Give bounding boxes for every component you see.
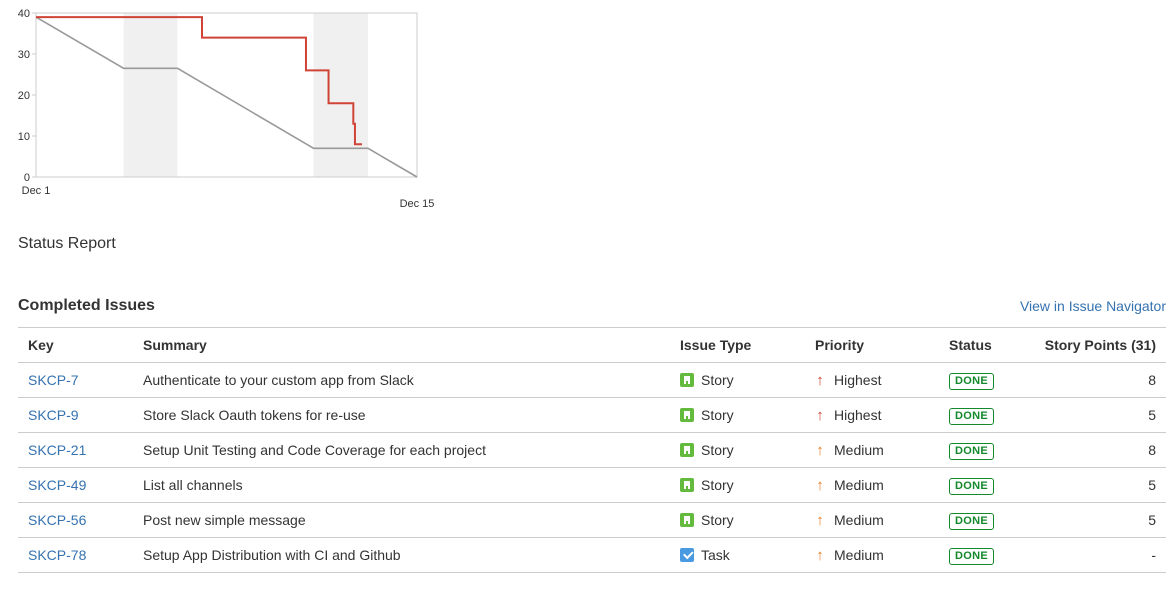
issue-key-link[interactable]: SKCP-78	[28, 547, 86, 563]
status-cell: DONE	[939, 467, 1034, 503]
issue-summary: List all channels	[133, 467, 670, 503]
priority-label: Highest	[834, 371, 882, 388]
status-cell: DONE	[939, 432, 1034, 468]
issue-type-label: Task	[701, 547, 730, 563]
status-badge: DONE	[949, 407, 994, 425]
completed-issues-table: Key Summary Issue Type Priority Status S…	[18, 327, 1166, 573]
issue-summary: Authenticate to your custom app from Sla…	[133, 362, 670, 398]
issue-type-label: Story	[701, 407, 734, 423]
story-icon	[680, 373, 694, 387]
column-header-priority[interactable]: Priority	[805, 327, 939, 363]
issue-type-label: Story	[701, 442, 734, 458]
y-tick-label: 10	[18, 131, 30, 143]
issue-key-cell: SKCP-49	[18, 467, 133, 503]
table-row: SKCP-9 Store Slack Oauth tokens for re-us…	[18, 397, 1166, 433]
y-tick-label: 40	[18, 8, 30, 20]
table-row: SKCP-49 List all channels Story ↑ Medium DONE…	[18, 467, 1166, 503]
issue-key-cell: SKCP-7	[18, 362, 133, 398]
issue-key-link[interactable]: SKCP-49	[28, 477, 86, 493]
issue-type-cell: Story	[670, 362, 805, 398]
issue-summary: Setup App Distribution with CI and Githu…	[133, 537, 670, 573]
arrow-up-icon: ↑	[816, 406, 824, 424]
view-in-issue-navigator-link[interactable]: View in Issue Navigator	[1020, 298, 1166, 314]
priority-cell: ↑ Medium	[805, 537, 939, 573]
issue-key-link[interactable]: SKCP-21	[28, 442, 86, 458]
arrow-up-icon: ↑	[816, 441, 824, 459]
table-header-row: Key Summary Issue Type Priority Status S…	[18, 327, 1166, 363]
issue-key-link[interactable]: SKCP-9	[28, 407, 79, 423]
status-badge: DONE	[949, 512, 994, 530]
priority-cell: ↑ Medium	[805, 467, 939, 503]
column-header-issue-type[interactable]: Issue Type	[670, 327, 805, 363]
priority-label: Highest	[834, 406, 882, 423]
issue-type-cell: Story	[670, 432, 805, 468]
y-tick-label: 0	[24, 172, 30, 184]
priority-cell: ↑ Medium	[805, 432, 939, 468]
priority-cell: ↑ Medium	[805, 502, 939, 538]
arrow-up-icon: ↑	[816, 371, 824, 389]
issue-key-link[interactable]: SKCP-7	[28, 372, 79, 388]
story-points-value: 5	[1034, 467, 1166, 503]
priority-label: Medium	[834, 441, 884, 458]
priority-label: Medium	[834, 511, 884, 528]
non-working-days-band	[313, 13, 369, 177]
issue-type-cell: Story	[670, 397, 805, 433]
story-points-value: 8	[1034, 432, 1166, 468]
task-icon	[680, 548, 694, 562]
table-row: SKCP-7 Authenticate to your custom app fr…	[18, 362, 1166, 398]
arrow-up-icon: ↑	[816, 546, 824, 564]
table-row: SKCP-56 Post new simple message Story ↑ Medi…	[18, 502, 1166, 538]
table-row: SKCP-78 Setup App Distribution with CI an…	[18, 537, 1166, 573]
table-row: SKCP-21 Setup Unit Testing and Code Cover…	[18, 432, 1166, 468]
arrow-up-icon: ↑	[816, 476, 824, 494]
y-tick-label: 20	[18, 90, 30, 102]
column-header-key[interactable]: Key	[18, 327, 133, 363]
burndown-chart: 0 10 20 30 40 Dec 1 Dec 15	[18, 8, 435, 210]
priority-label: Medium	[834, 476, 884, 493]
issue-key-cell: SKCP-21	[18, 432, 133, 468]
column-header-story-points[interactable]: Story Points (31)	[1034, 327, 1166, 363]
status-badge: DONE	[949, 477, 994, 495]
story-points-value: -	[1034, 537, 1166, 573]
status-report-title: Status Report	[18, 235, 116, 252]
completed-issues-heading: Completed Issues	[18, 297, 155, 314]
priority-cell: ↑ Highest	[805, 397, 939, 433]
column-header-status[interactable]: Status	[939, 327, 1034, 363]
status-badge: DONE	[949, 442, 994, 460]
status-cell: DONE	[939, 397, 1034, 433]
priority-label: Medium	[834, 546, 884, 563]
issue-summary: Post new simple message	[133, 502, 670, 538]
non-working-days-band	[123, 13, 178, 177]
story-icon	[680, 513, 694, 527]
issue-type-label: Story	[701, 512, 734, 528]
story-points-value: 5	[1034, 397, 1166, 433]
priority-cell: ↑ Highest	[805, 362, 939, 398]
x-tick-label: Dec 1	[22, 185, 51, 197]
status-badge: DONE	[949, 547, 994, 565]
story-icon	[680, 408, 694, 422]
story-icon	[680, 478, 694, 492]
issue-key-link[interactable]: SKCP-56	[28, 512, 86, 528]
issue-type-label: Story	[701, 477, 734, 493]
column-header-summary[interactable]: Summary	[133, 327, 670, 363]
story-points-value: 5	[1034, 502, 1166, 538]
status-badge: DONE	[949, 372, 994, 390]
issue-summary: Setup Unit Testing and Code Coverage for…	[133, 432, 670, 468]
issue-key-cell: SKCP-78	[18, 537, 133, 573]
status-cell: DONE	[939, 537, 1034, 573]
issue-type-cell: Story	[670, 502, 805, 538]
issue-type-label: Story	[701, 372, 734, 388]
arrow-up-icon: ↑	[816, 511, 824, 529]
y-tick-label: 30	[18, 49, 30, 61]
issue-type-cell: Task	[670, 537, 805, 573]
issue-key-cell: SKCP-9	[18, 397, 133, 433]
status-cell: DONE	[939, 362, 1034, 398]
story-points-value: 8	[1034, 362, 1166, 398]
issue-type-cell: Story	[670, 467, 805, 503]
story-icon	[680, 443, 694, 457]
x-tick-label: Dec 15	[400, 198, 435, 210]
status-cell: DONE	[939, 502, 1034, 538]
issue-key-cell: SKCP-56	[18, 502, 133, 538]
issue-summary: Store Slack Oauth tokens for re-use	[133, 397, 670, 433]
